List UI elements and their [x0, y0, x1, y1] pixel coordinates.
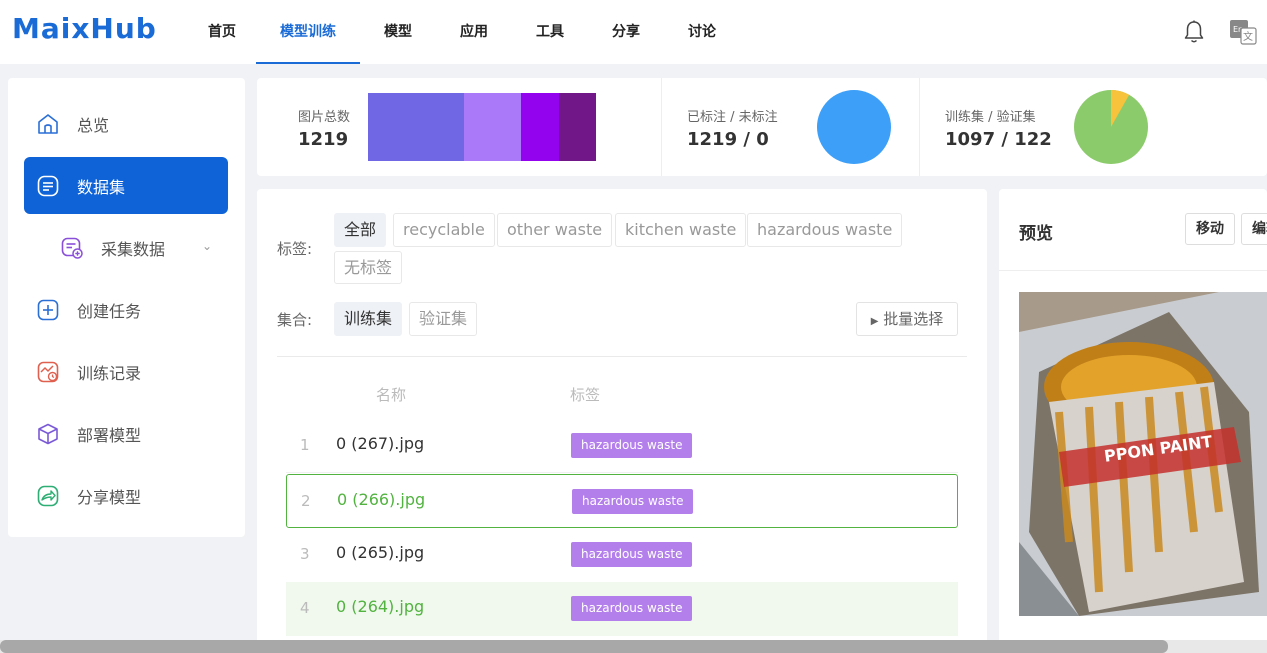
sidebar-item-label: 部署模型: [77, 425, 142, 445]
caret-right-icon: ▶: [870, 316, 879, 327]
split-pie: [1074, 90, 1148, 164]
row-index: 3: [300, 545, 310, 563]
table-row[interactable]: 4 0 (264).jpg hazardous waste: [286, 582, 958, 636]
row-filename: 0 (264).jpg: [336, 597, 425, 616]
nav-model-training[interactable]: 模型训练: [256, 0, 360, 64]
table-row[interactable]: 2 0 (266).jpg hazardous waste: [286, 474, 958, 528]
tag-filter-kitchen-waste[interactable]: kitchen waste: [615, 213, 747, 247]
home-icon: [36, 112, 60, 136]
stat-value: 1219 / 0: [687, 129, 769, 150]
tag-filter-all[interactable]: 全部: [334, 213, 387, 247]
sidebar: 总览 数据集 采集数据 ⌄ 创建任务 训练记录 部署模型 分享模型: [8, 78, 245, 537]
preview-divider: [999, 270, 1267, 271]
nav-discuss[interactable]: 讨论: [664, 0, 740, 64]
cube-icon: [36, 422, 60, 446]
scrollbar-thumb[interactable]: [0, 640, 1168, 653]
table-row[interactable]: 1 0 (267).jpg hazardous waste: [286, 419, 958, 473]
panel-divider: [277, 356, 967, 357]
batch-select-button[interactable]: ▶ 批量选择: [856, 302, 958, 336]
tag-filter-other-waste[interactable]: other waste: [497, 213, 613, 247]
stat-label: 图片总数: [298, 110, 351, 125]
language-switch-icon[interactable]: En 文: [1229, 19, 1257, 45]
nav-tools[interactable]: 工具: [512, 0, 588, 64]
sidebar-item-label: 总览: [77, 115, 110, 135]
sidebar-item-overview[interactable]: 总览: [24, 95, 228, 152]
nav-apps[interactable]: 应用: [436, 0, 512, 64]
column-header-tag[interactable]: 标签: [570, 384, 600, 405]
main-nav: 首页 模型训练 模型 应用 工具 分享 讨论: [190, 0, 740, 64]
sidebar-item-label: 训练记录: [77, 363, 142, 383]
nav-models[interactable]: 模型: [360, 0, 436, 64]
dataset-panel: 标签: 全部 recyclable other waste kitchen wa…: [257, 189, 987, 653]
plus-square-icon: [36, 298, 60, 322]
horizontal-scrollbar[interactable]: [0, 640, 1267, 653]
tag-filter-untagged[interactable]: 无标签: [334, 251, 403, 284]
stat-train-val-split: 训练集 / 验证集 1097 / 122: [920, 78, 1267, 176]
move-button[interactable]: 移动: [1185, 213, 1235, 245]
row-filename: 0 (266).jpg: [337, 490, 426, 509]
tags-filter-label: 标签:: [277, 240, 313, 258]
tag-filter-recyclable[interactable]: recyclable: [393, 213, 495, 247]
sidebar-item-label: 创建任务: [77, 301, 142, 321]
collect-data-icon: [60, 236, 84, 260]
dataset-icon: [36, 174, 60, 198]
dataset-stats-bar: 图片总数 1219 已标注 / 未标注 1219 / 0 训练集 / 验证集 1…: [257, 78, 1267, 176]
stat-value: 1219: [298, 129, 349, 150]
sidebar-item-dataset[interactable]: 数据集: [24, 157, 228, 214]
row-tag-badge: hazardous waste: [571, 433, 693, 458]
sidebar-item-label: 分享模型: [77, 487, 142, 507]
row-tag-badge: hazardous waste: [571, 596, 693, 621]
train-record-icon: [36, 360, 60, 384]
row-divider: [286, 472, 958, 473]
sidebar-item-label: 数据集: [77, 177, 126, 197]
stat-label: 训练集 / 验证集: [945, 110, 1036, 125]
table-row[interactable]: 3 0 (265).jpg hazardous waste: [286, 528, 958, 582]
labeled-pie: [817, 90, 891, 164]
sidebar-item-collect-data[interactable]: 采集数据 ⌄: [24, 219, 228, 276]
sidebar-item-label: 采集数据: [101, 239, 166, 259]
top-header: MaixHub 首页 模型训练 模型 应用 工具 分享 讨论 En 文: [0, 0, 1267, 64]
tag-filter-hazardous-waste[interactable]: hazardous waste: [747, 213, 903, 247]
set-filter-train[interactable]: 训练集: [334, 302, 403, 336]
svg-text:文: 文: [1243, 30, 1253, 43]
preview-panel: 预览 移动 编辑 PPON PAINT: [999, 189, 1267, 653]
sidebar-item-train-record[interactable]: 训练记录: [24, 343, 228, 400]
category-distribution-bar: [368, 93, 596, 161]
row-index: 1: [300, 436, 310, 454]
set-filter-label: 集合:: [277, 311, 313, 329]
row-filename: 0 (265).jpg: [336, 543, 425, 562]
notification-bell-icon[interactable]: [1183, 20, 1205, 44]
preview-image[interactable]: PPON PAINT: [1019, 292, 1267, 616]
sidebar-item-create-task[interactable]: 创建任务: [24, 281, 228, 338]
set-filter-val[interactable]: 验证集: [409, 302, 478, 336]
edit-button[interactable]: 编辑: [1241, 213, 1267, 245]
maixhub-logo[interactable]: MaixHub: [12, 12, 157, 45]
stat-labeled: 已标注 / 未标注 1219 / 0: [662, 78, 919, 176]
chevron-down-icon[interactable]: ⌄: [202, 239, 212, 253]
nav-home[interactable]: 首页: [190, 0, 256, 64]
preview-title: 预览: [1019, 224, 1053, 244]
nav-share[interactable]: 分享: [588, 0, 664, 64]
share-icon: [36, 484, 60, 508]
column-header-name[interactable]: 名称: [376, 384, 406, 405]
stat-value: 1097 / 122: [945, 129, 1052, 150]
row-index: 2: [301, 492, 311, 510]
stat-label: 已标注 / 未标注: [687, 110, 778, 125]
row-tag-badge: hazardous waste: [571, 542, 693, 567]
sidebar-item-deploy-model[interactable]: 部署模型: [24, 405, 228, 462]
row-filename: 0 (267).jpg: [336, 434, 425, 453]
stat-total-images: 图片总数 1219: [257, 78, 661, 176]
row-tag-badge: hazardous waste: [572, 489, 694, 514]
row-index: 4: [300, 599, 310, 617]
batch-select-label: 批量选择: [883, 310, 944, 328]
sidebar-item-share-model[interactable]: 分享模型: [24, 467, 228, 524]
